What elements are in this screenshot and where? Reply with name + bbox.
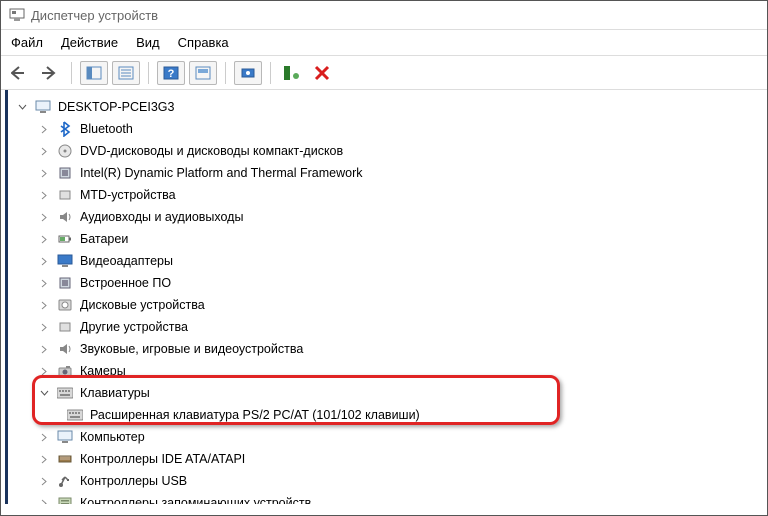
tree-category[interactable]: Звуковые, игровые и видеоустройства [14,338,767,360]
menu-action[interactable]: Действие [61,35,118,50]
speaker-icon [56,340,74,358]
keyboard-icon [66,406,84,424]
chevron-right-icon[interactable] [38,123,50,135]
keyboard-icon [56,384,74,402]
help-button[interactable]: ? [157,61,185,85]
uninstall-device-button[interactable] [279,60,305,86]
update-driver-button[interactable] [234,61,262,85]
properties-button[interactable] [112,61,140,85]
tree-category[interactable]: Батареи [14,228,767,250]
computer-icon [56,428,74,446]
tree-category-label: Bluetooth [80,122,133,136]
tree-category-label: Встроенное ПО [80,276,171,290]
tree-category-label: DVD-дисководы и дисководы компакт-дисков [80,144,343,158]
chevron-right-icon[interactable] [38,453,50,465]
disc-icon [56,142,74,160]
tree-category[interactable]: Intel(R) Dynamic Platform and Thermal Fr… [14,162,767,184]
tree-root[interactable]: DESKTOP-PCEI3G3 [14,96,767,118]
chevron-right-icon[interactable] [38,475,50,487]
tree-category-keyboards[interactable]: Клавиатуры [14,382,767,404]
scan-button[interactable] [189,61,217,85]
tree-device-keyboard[interactable]: Расширенная клавиатура PS/2 PC/AT (101/1… [14,404,767,426]
chevron-right-icon[interactable] [38,321,50,333]
camera-icon [56,362,74,380]
battery-icon [56,230,74,248]
computer-icon [34,98,52,116]
tree-category[interactable]: Аудиовходы и аудиовыходы [14,206,767,228]
tree-category-label: MTD-устройства [80,188,176,202]
tree-category-label: Компьютер [80,430,145,444]
chevron-right-icon[interactable] [38,497,50,504]
tree-category-label: Intel(R) Dynamic Platform and Thermal Fr… [80,166,362,180]
tree-root-label: DESKTOP-PCEI3G3 [58,100,174,114]
device-tree: DESKTOP-PCEI3G3 Bluetooth DVD-дисководы и… [5,90,767,504]
chevron-right-icon[interactable] [38,343,50,355]
tree-category-label: Контроллеры запоминающих устройств [80,496,311,504]
disable-device-button[interactable] [309,60,335,86]
tree-category[interactable]: Контроллеры запоминающих устройств [14,492,767,504]
usb-icon [56,472,74,490]
tree-category[interactable]: Встроенное ПО [14,272,767,294]
chevron-right-icon[interactable] [38,299,50,311]
tree-category-label: Другие устройства [80,320,188,334]
tree-category[interactable]: Другие устройства [14,316,767,338]
separator [225,62,226,84]
chevron-right-icon[interactable] [38,189,50,201]
tree-category[interactable]: Дисковые устройства [14,294,767,316]
chevron-right-icon[interactable] [38,277,50,289]
svg-text:?: ? [168,68,175,80]
tree-category[interactable]: Контроллеры USB [14,470,767,492]
generic-icon [56,318,74,336]
show-hide-tree-button[interactable] [80,61,108,85]
tree-category[interactable]: Видеоадаптеры [14,250,767,272]
tree-category-label: Аудиовходы и аудиовыходы [80,210,243,224]
chevron-right-icon[interactable] [38,431,50,443]
tree-category-label: Контроллеры IDE ATA/ATAPI [80,452,245,466]
display-icon [56,252,74,270]
separator [148,62,149,84]
app-icon [9,7,25,23]
menu-view[interactable]: Вид [136,35,160,50]
forward-button[interactable] [37,60,63,86]
tree-category[interactable]: Контроллеры IDE ATA/ATAPI [14,448,767,470]
tree-category[interactable]: Bluetooth [14,118,767,140]
hdd-icon [56,296,74,314]
chip-icon [56,274,74,292]
speaker-icon [56,208,74,226]
tree-category[interactable]: Компьютер [14,426,767,448]
chevron-right-icon[interactable] [38,167,50,179]
tree-category[interactable]: Камеры [14,360,767,382]
chevron-right-icon[interactable] [38,365,50,377]
toolbar: ? [1,56,767,90]
tree-category-label: Батареи [80,232,128,246]
tree-category-label: Дисковые устройства [80,298,205,312]
tree-category-label: Звуковые, игровые и видеоустройства [80,342,303,356]
ide-icon [56,450,74,468]
bluetooth-icon [56,120,74,138]
separator [71,62,72,84]
chevron-down-icon[interactable] [16,101,28,113]
tree-category-label: Контроллеры USB [80,474,187,488]
menu-file[interactable]: Файл [11,35,43,50]
chevron-right-icon[interactable] [38,211,50,223]
tree-category-label: Видеоадаптеры [80,254,173,268]
generic-icon [56,186,74,204]
tree-category-label: Клавиатуры [80,386,150,400]
menubar: Файл Действие Вид Справка [1,30,767,56]
chevron-down-icon[interactable] [38,387,50,399]
window-title: Диспетчер устройств [31,8,158,23]
chip-icon [56,164,74,182]
back-button[interactable] [7,60,33,86]
tree-category-label: Камеры [80,364,126,378]
tree-category[interactable]: MTD-устройства [14,184,767,206]
tree-category[interactable]: DVD-дисководы и дисководы компакт-дисков [14,140,767,162]
chevron-right-icon[interactable] [38,255,50,267]
chevron-right-icon[interactable] [38,145,50,157]
chevron-right-icon[interactable] [38,233,50,245]
separator [270,62,271,84]
storage-icon [56,494,74,504]
window-titlebar: Диспетчер устройств [1,1,767,30]
menu-help[interactable]: Справка [178,35,229,50]
tree-device-label: Расширенная клавиатура PS/2 PC/AT (101/1… [90,408,420,422]
